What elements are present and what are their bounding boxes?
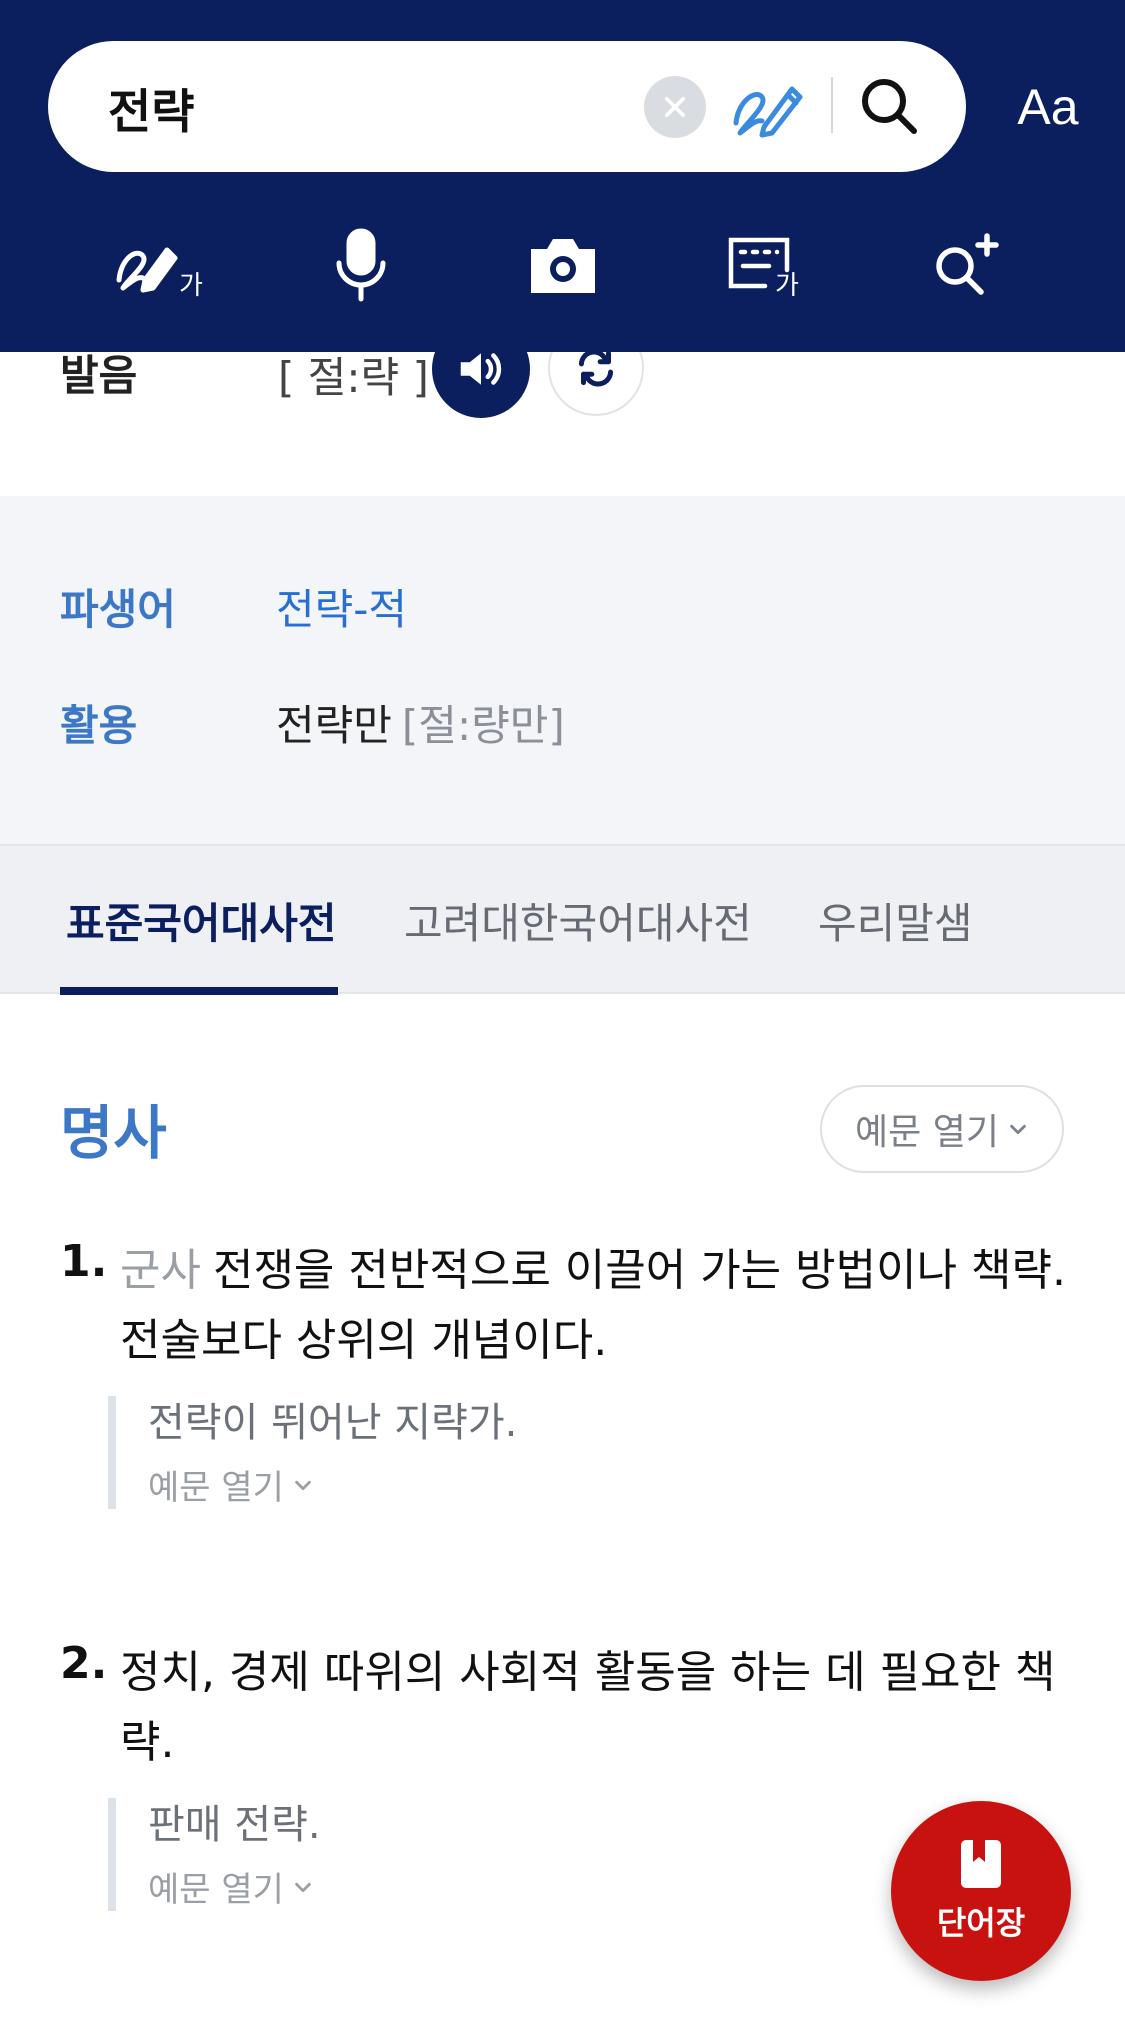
sense-definition-text: 전쟁을 전반적으로 이끌어 가는 방법이나 책략. 전술보다 상위의 개념이다. bbox=[120, 1245, 1067, 1366]
open-more-examples-label: 예문 열기 bbox=[148, 1870, 284, 1910]
sense-definition: 군사 전쟁을 전반적으로 이끌어 가는 방법이나 책략. 전술보다 상위의 개념이… bbox=[120, 1236, 1070, 1376]
app-header: Aa 가 bbox=[0, 0, 1125, 352]
derivative-label: 파생어 bbox=[60, 585, 176, 634]
derivative-link[interactable]: 전략-적 bbox=[276, 576, 407, 637]
search-divider bbox=[831, 77, 833, 133]
handwriting-input-button[interactable]: 가 bbox=[106, 215, 216, 315]
search-input[interactable] bbox=[108, 67, 628, 147]
example-text: 전략이 뛰어난 지략가. bbox=[148, 1400, 518, 1446]
part-of-speech: 명사 bbox=[60, 1099, 167, 1167]
open-examples-button[interactable]: 예문 열기 bbox=[820, 1085, 1064, 1173]
dictionary-tabs: 표준국어대사전 고려대한국어대사전 우리말샘 bbox=[0, 844, 1125, 995]
conjugation-value: 전략만 [절:량만] bbox=[276, 692, 565, 753]
example-block: 전략이 뛰어난 지략가. 예문 열기 bbox=[108, 1396, 1008, 1509]
tab-korea-university-dictionary[interactable]: 고려대한국어대사전 bbox=[404, 890, 752, 951]
handwriting-input-icon: 가 bbox=[116, 247, 203, 300]
tab-standard-korean-dictionary[interactable]: 표준국어대사전 bbox=[66, 890, 336, 951]
detailed-search-button[interactable] bbox=[910, 215, 1020, 315]
svg-text:가: 가 bbox=[775, 271, 799, 296]
tab-urimalsaem[interactable]: 우리말샘 bbox=[818, 890, 973, 951]
word-info-panel: 파생어 전략-적 활용 전략만 [절:량만] bbox=[0, 496, 1125, 844]
detailed-search-icon bbox=[936, 233, 999, 295]
sense-number: 1. bbox=[60, 1236, 108, 1287]
open-more-examples-button[interactable]: 예문 열기 bbox=[148, 1862, 1008, 1911]
close-icon bbox=[664, 96, 686, 118]
keyboard-input-icon: 가 bbox=[728, 237, 799, 296]
bookmark-icon bbox=[961, 1840, 1001, 1888]
font-size-button[interactable]: Aa bbox=[998, 72, 1098, 142]
voice-input-button[interactable] bbox=[306, 215, 416, 315]
conjugation-word: 전략만 bbox=[276, 701, 392, 750]
sense-definition: 정치, 경제 따위의 사회적 활동을 하는 데 필요한 책략. bbox=[120, 1638, 1070, 1778]
open-examples-label: 예문 열기 bbox=[855, 1112, 999, 1153]
input-tools-bar: 가 가 bbox=[0, 215, 1125, 315]
chevron-down-icon bbox=[295, 1882, 311, 1892]
conjugation-label: 활용 bbox=[60, 701, 138, 750]
keyboard-input-button[interactable]: 가 bbox=[710, 215, 820, 315]
sense-number: 2. bbox=[60, 1638, 108, 1689]
sense-definition-text: 정치, 경제 따위의 사회적 활동을 하는 데 필요한 책략. bbox=[120, 1647, 1056, 1768]
example-block: 판매 전략. 예문 열기 bbox=[108, 1798, 1008, 1911]
conjugation-pronunciation: [절:량만] bbox=[401, 701, 565, 750]
pen-icon bbox=[733, 86, 803, 138]
image-search-button[interactable] bbox=[508, 215, 618, 315]
conjugation-row: 활용 전략만 [절:량만] bbox=[0, 682, 1125, 762]
chevron-down-icon bbox=[295, 1480, 311, 1490]
svg-text:가: 가 bbox=[179, 271, 203, 300]
derivative-row: 파생어 전략-적 bbox=[0, 566, 1125, 646]
chevron-down-icon bbox=[1010, 1124, 1026, 1135]
wordbook-button[interactable]: 단어장 bbox=[891, 1801, 1071, 1981]
microphone-icon bbox=[336, 228, 386, 302]
active-tab-indicator bbox=[60, 987, 338, 995]
camera-icon bbox=[531, 239, 595, 293]
search-bar bbox=[48, 41, 966, 172]
pronunciation-value: [ 절:략 ] bbox=[278, 353, 429, 402]
search-icon bbox=[862, 79, 917, 134]
search-button[interactable] bbox=[856, 73, 922, 139]
wordbook-label: 단어장 bbox=[936, 1904, 1026, 1942]
clear-search-button[interactable] bbox=[644, 76, 706, 138]
open-more-examples-label: 예문 열기 bbox=[148, 1468, 284, 1508]
handwriting-search-button[interactable] bbox=[730, 71, 806, 143]
sense-field: 군사 bbox=[120, 1245, 201, 1296]
example-text: 판매 전략. bbox=[148, 1802, 321, 1848]
open-more-examples-button[interactable]: 예문 열기 bbox=[148, 1460, 1008, 1509]
